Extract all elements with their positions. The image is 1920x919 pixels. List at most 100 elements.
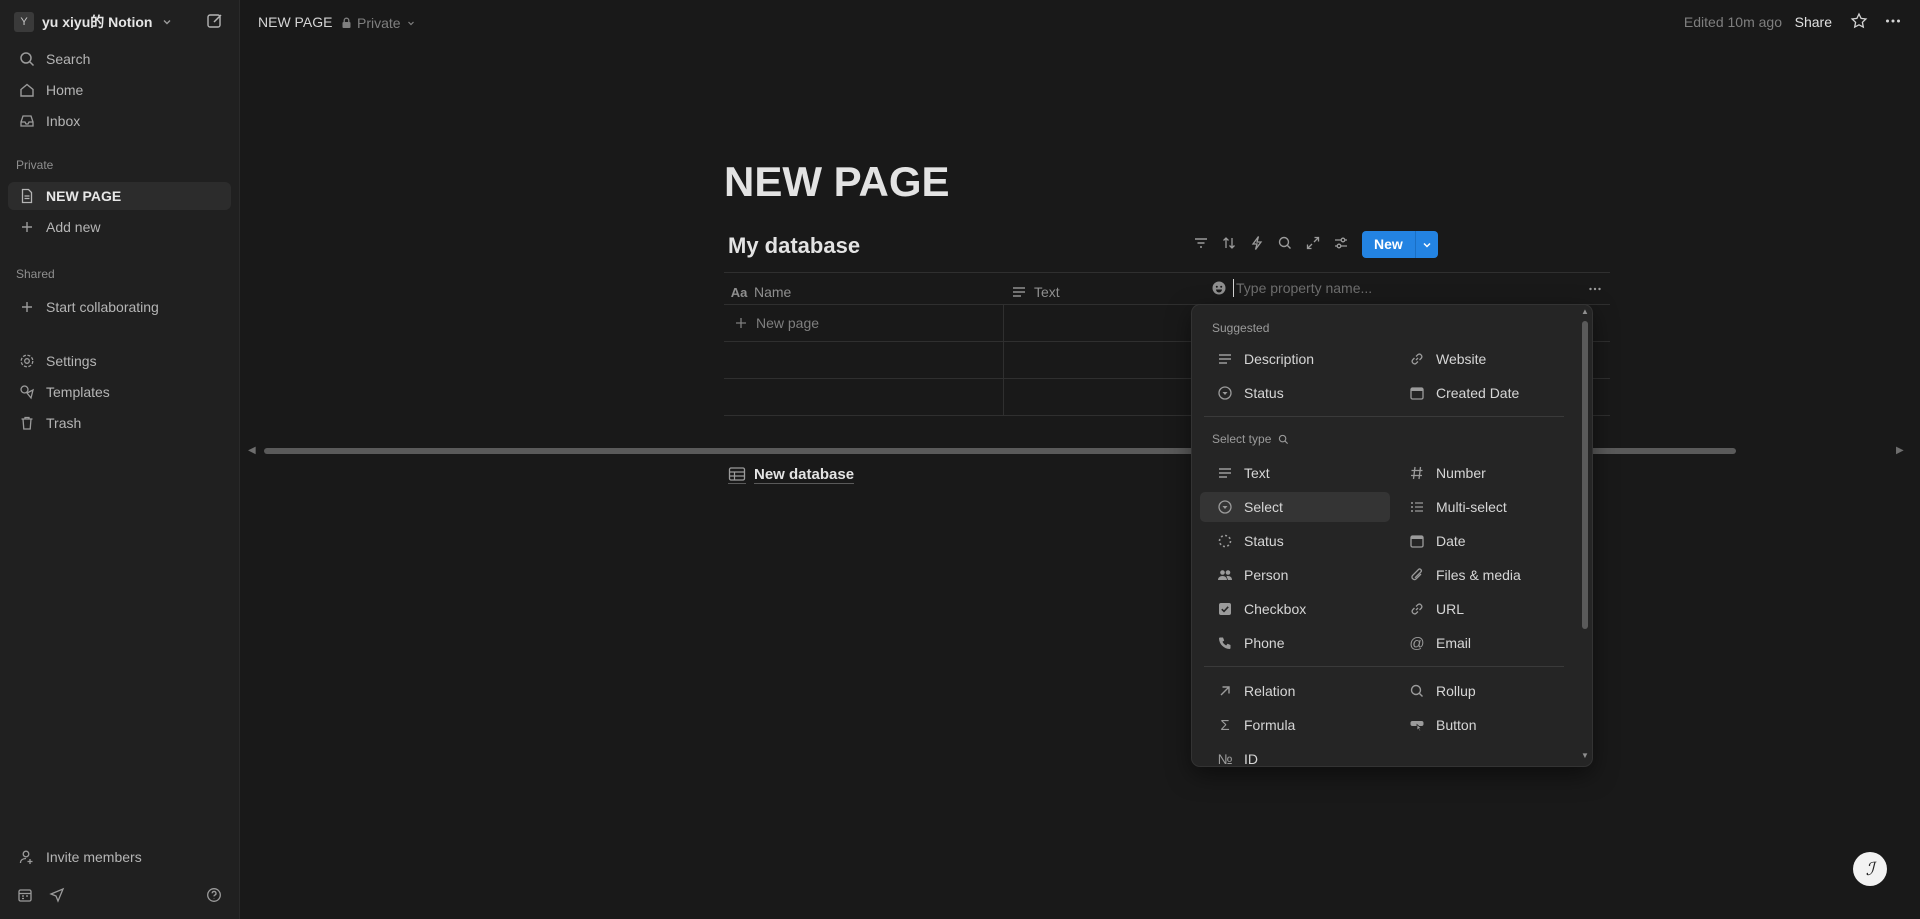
menu-item-created-date[interactable]: Created Date — [1392, 378, 1582, 408]
notion-ai-help-button[interactable]: ℐ — [1853, 852, 1887, 886]
emoji-icon[interactable] — [1210, 279, 1228, 297]
sidebar-item-search[interactable]: Search — [8, 45, 231, 73]
menu-item-checkbox[interactable]: Checkbox — [1200, 594, 1390, 624]
menu-item-label: Checkbox — [1244, 601, 1307, 617]
property-type-menu: Suggested Description Website Status Cre… — [1192, 305, 1592, 766]
new-database-link[interactable]: New database — [728, 465, 855, 484]
expand-icon[interactable] — [1304, 234, 1322, 252]
menu-item-files-media[interactable]: Files & media — [1392, 560, 1582, 590]
search-icon[interactable] — [1276, 234, 1294, 252]
scroll-left-arrow[interactable]: ◀ — [248, 445, 256, 456]
menu-item-label: Files & media — [1436, 567, 1521, 583]
settings-sliders-icon[interactable] — [1332, 234, 1350, 252]
menu-item-label: Multi-select — [1436, 499, 1507, 515]
database-title[interactable]: My database — [728, 233, 860, 259]
menu-item-label: URL — [1436, 601, 1465, 617]
scroll-right-arrow[interactable]: ▶ — [1896, 445, 1904, 456]
lines-icon — [1216, 464, 1234, 482]
menu-item-text[interactable]: Text — [1200, 458, 1390, 488]
search-icon — [18, 50, 36, 68]
invite-members-button[interactable]: Invite members — [8, 843, 231, 871]
menu-item-label: Website — [1436, 351, 1487, 367]
column-header-label: Text — [1034, 284, 1060, 300]
chevron-down-icon — [1421, 236, 1433, 254]
sidebar-item-label: Search — [46, 51, 91, 67]
new-page-row[interactable]: New page — [734, 314, 819, 332]
calendar-icon — [1408, 532, 1426, 550]
menu-item-number[interactable]: Number — [1392, 458, 1582, 488]
menu-item-rollup[interactable]: Rollup — [1392, 676, 1582, 706]
menu-item-label: Status — [1244, 533, 1284, 549]
sidebar-item-inbox[interactable]: Inbox — [8, 107, 231, 135]
menu-item-label: Email — [1436, 635, 1472, 651]
new-entry-button[interactable]: New — [1362, 231, 1415, 258]
property-name-input[interactable] — [1233, 279, 1478, 297]
search-icon[interactable] — [1277, 433, 1289, 445]
lines-icon — [1010, 283, 1028, 301]
star-icon[interactable] — [1850, 12, 1868, 30]
private-section-label: Private — [16, 158, 54, 172]
menu-item-person[interactable]: Person — [1200, 560, 1390, 590]
new-database-label: New database — [754, 465, 855, 484]
send-icon[interactable] — [48, 886, 66, 904]
privacy-selector[interactable]: Private — [340, 14, 416, 32]
breadcrumb[interactable]: NEW PAGE — [258, 14, 332, 30]
menu-item-label: Rollup — [1436, 683, 1476, 699]
menu-item-label: Relation — [1244, 683, 1296, 699]
menu-item-status-suggested[interactable]: Status — [1200, 378, 1390, 408]
sidebar: Y yu xiyu的 Notion Search Home Inbox Priv… — [0, 0, 240, 919]
menu-item-url[interactable]: URL — [1392, 594, 1582, 624]
status-icon — [1216, 384, 1234, 402]
calendar-app-icon[interactable] — [16, 886, 34, 904]
menu-item-relation[interactable]: Relation — [1200, 676, 1390, 706]
menu-item-phone[interactable]: Phone — [1200, 628, 1390, 658]
menu-scroll-up-arrow[interactable]: ▲ — [1581, 307, 1589, 316]
share-button[interactable]: Share — [1795, 14, 1832, 30]
workspace-switcher[interactable]: Y yu xiyu的 Notion — [14, 11, 174, 33]
menu-item-formula[interactable]: Σ Formula — [1200, 710, 1390, 740]
sidebar-item-start-collaborating[interactable]: Start collaborating — [8, 293, 231, 321]
sidebar-item-new-page[interactable]: NEW PAGE — [8, 182, 231, 210]
menu-item-select[interactable]: Select — [1200, 492, 1390, 522]
menu-item-description[interactable]: Description — [1200, 344, 1390, 374]
help-icon[interactable] — [205, 886, 223, 904]
menu-scroll-down-arrow[interactable]: ▼ — [1581, 751, 1589, 760]
menu-item-website[interactable]: Website — [1392, 344, 1582, 374]
sidebar-item-settings[interactable]: Settings — [8, 347, 231, 375]
list-icon — [1408, 498, 1426, 516]
status-dashed-icon — [1216, 532, 1234, 550]
sidebar-item-trash[interactable]: Trash — [8, 409, 231, 437]
search-icon — [1408, 682, 1426, 700]
plus-icon — [18, 298, 36, 316]
gear-icon — [18, 352, 36, 370]
menu-item-label: Formula — [1244, 717, 1296, 733]
plus-icon — [18, 218, 36, 236]
person-add-icon — [18, 848, 36, 866]
automation-bolt-icon[interactable] — [1248, 234, 1266, 252]
menu-item-id[interactable]: № ID — [1200, 744, 1390, 766]
menu-item-status[interactable]: Status — [1200, 526, 1390, 556]
sidebar-item-home[interactable]: Home — [8, 76, 231, 104]
sidebar-item-templates[interactable]: Templates — [8, 378, 231, 406]
sidebar-item-label: Start collaborating — [46, 299, 159, 315]
menu-item-multi-select[interactable]: Multi-select — [1392, 492, 1582, 522]
sigma-icon: Σ — [1220, 716, 1230, 734]
column-header-label: Name — [754, 284, 792, 300]
people-icon — [1216, 566, 1234, 584]
sort-icon[interactable] — [1220, 234, 1238, 252]
select-type-label: Select type — [1212, 432, 1289, 446]
menu-item-button[interactable]: Button — [1392, 710, 1582, 740]
page-title[interactable]: NEW PAGE — [724, 158, 950, 206]
column-more-icon[interactable] — [1586, 280, 1604, 298]
menu-item-label: Phone — [1244, 635, 1285, 651]
sidebar-item-add-new[interactable]: Add new — [8, 213, 231, 241]
menu-item-email[interactable]: @ Email — [1392, 628, 1582, 658]
new-entry-dropdown-button[interactable] — [1414, 231, 1438, 258]
sidebar-item-label: NEW PAGE — [46, 188, 122, 204]
more-options-icon[interactable] — [1884, 12, 1902, 30]
menu-vertical-scrollbar[interactable] — [1582, 321, 1588, 629]
menu-item-date[interactable]: Date — [1392, 526, 1582, 556]
new-page-compose-icon[interactable] — [206, 12, 224, 30]
filter-icon[interactable] — [1192, 234, 1210, 252]
menu-item-label: ID — [1244, 751, 1258, 766]
